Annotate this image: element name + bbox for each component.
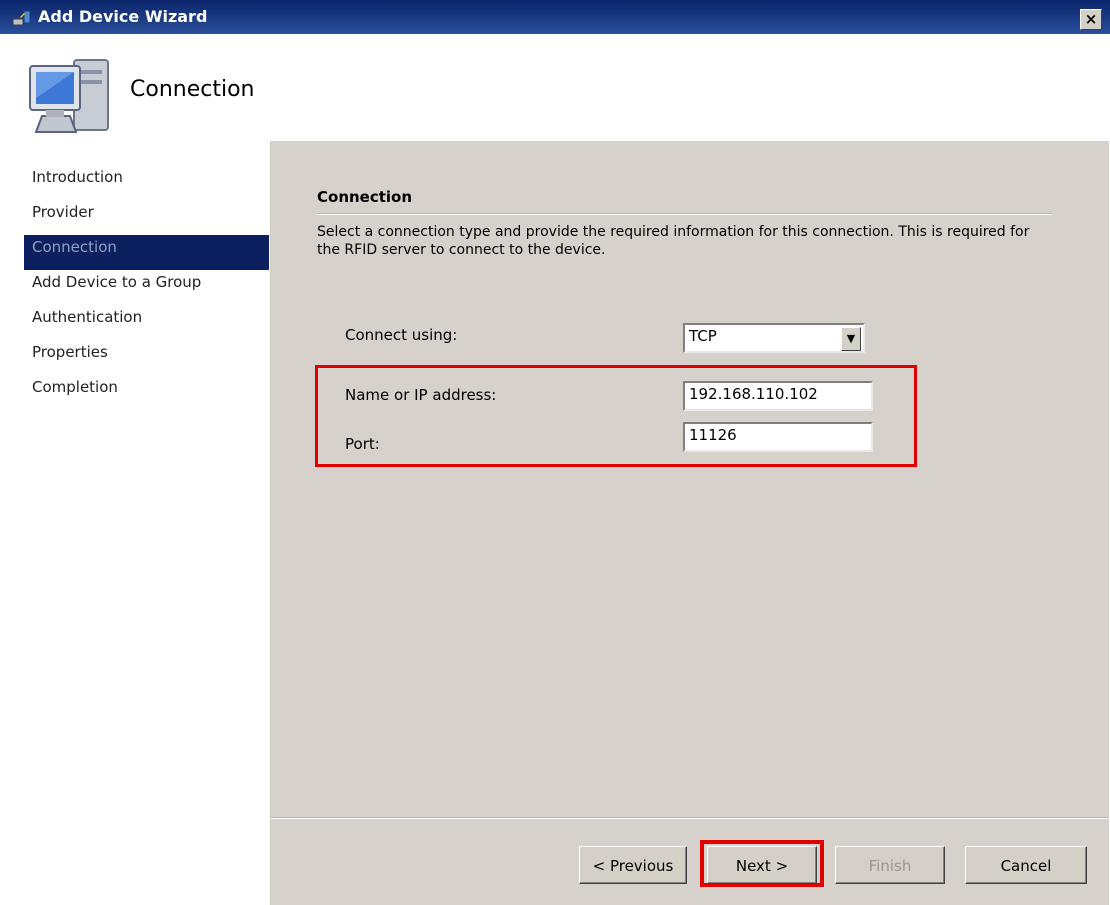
connect-using-select[interactable]: TCP ▼ [683,323,865,353]
highlight-next-button [700,840,824,887]
step-authentication: Authentication [32,308,143,326]
port-input[interactable]: 11126 [683,422,873,452]
section-description: Select a connection type and provide the… [317,224,1030,258]
cancel-button[interactable]: Cancel [965,846,1087,884]
section-divider [317,213,1052,215]
step-introduction: Introduction [32,168,123,186]
step-properties: Properties [32,343,108,361]
title-bar[interactable]: Add Device Wizard × [0,0,1110,34]
footer-divider [271,817,1109,819]
step-add-device-to-group: Add Device to a Group [32,273,202,291]
window-title: Add Device Wizard [38,7,208,26]
page-title: Connection [130,77,255,102]
add-device-wizard-window: Add Device Wizard × Connection Introduct… [0,0,1110,905]
name-or-ip-input[interactable]: 192.168.110.102 [683,381,873,411]
finish-button[interactable]: Finish [835,846,945,884]
section-title: Connection [317,188,413,206]
connect-using-value: TCP [689,327,717,345]
previous-button[interactable]: < Previous [579,846,687,884]
port-label: Port: [345,435,380,453]
dropdown-arrow-icon[interactable]: ▼ [841,327,861,351]
content-panel: Connection Select a connection type and … [270,141,1109,905]
wizard-header: Connection [0,34,1110,138]
step-connection: Connection [24,235,269,270]
name-or-ip-label: Name or IP address: [345,386,497,404]
computer-icon [29,59,109,133]
step-completion: Completion [32,378,118,396]
wizard-app-icon [12,10,31,26]
step-provider: Provider [32,203,94,221]
close-button[interactable]: × [1080,9,1102,30]
wizard-steps: Introduction Provider Connection Add Dev… [24,165,269,410]
connect-using-label: Connect using: [345,326,458,344]
